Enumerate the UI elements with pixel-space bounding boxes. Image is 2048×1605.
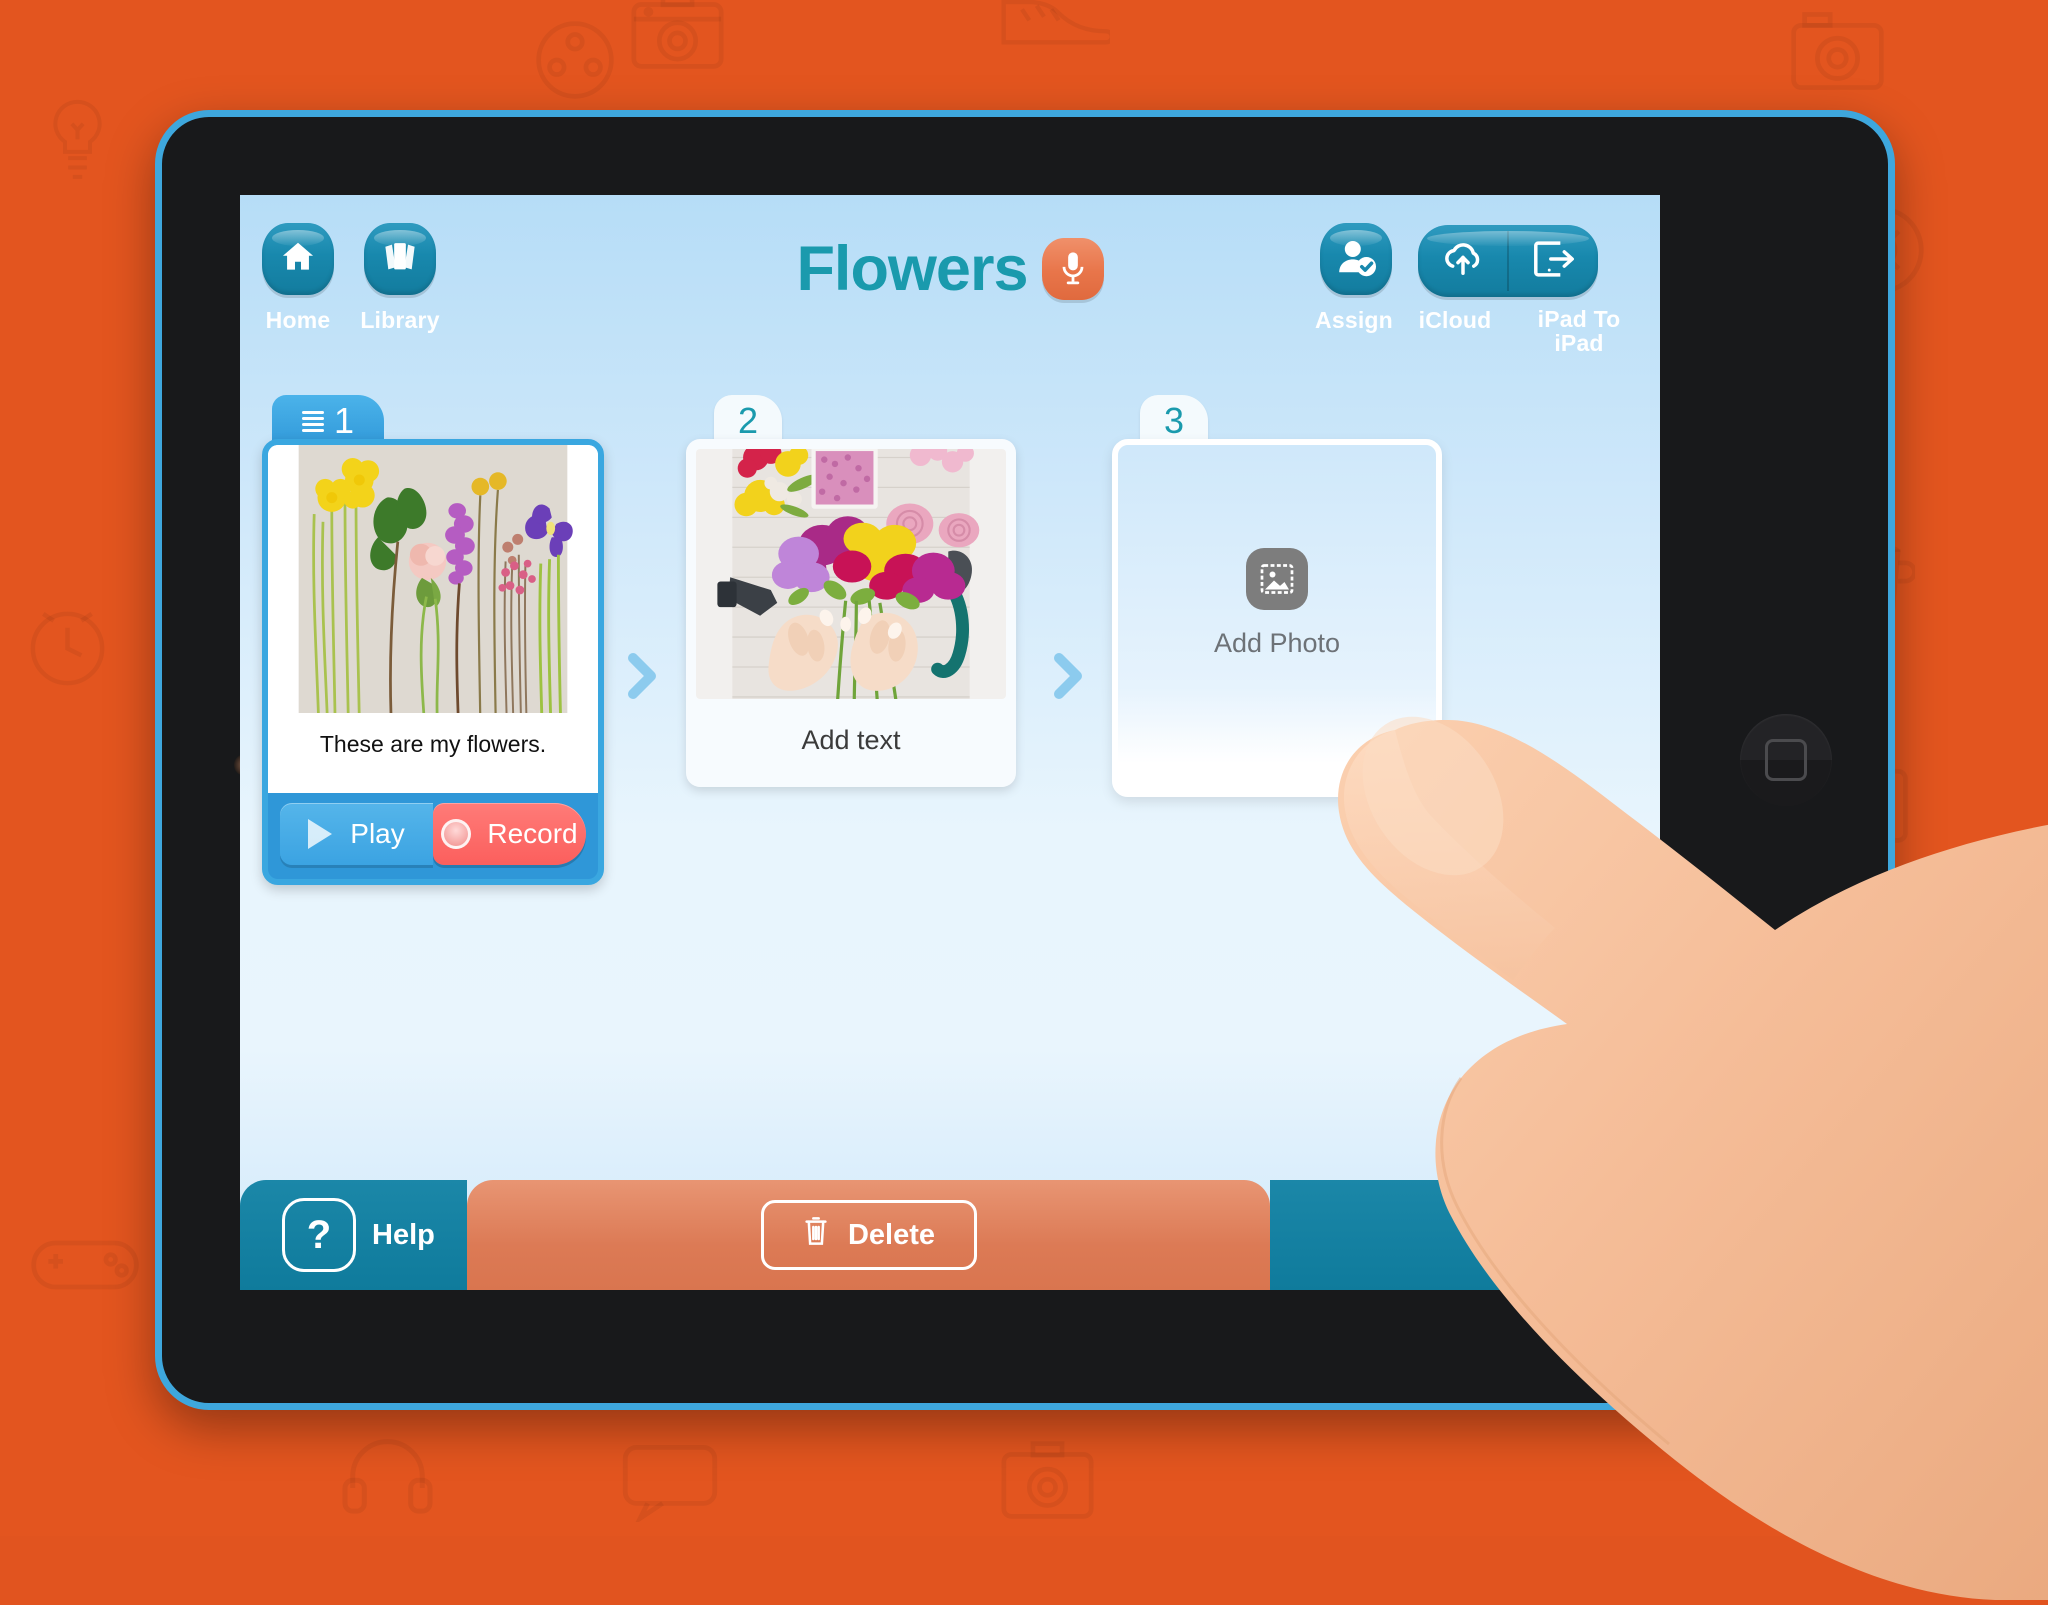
chat-icon: [620, 1440, 720, 1522]
library-label: Library: [360, 307, 440, 333]
icloud-label: iCloud: [1418, 307, 1492, 333]
bottom-toolbar: ? Help Delete: [240, 1180, 1660, 1290]
sync-button-group: [1418, 225, 1598, 297]
card-2-caption[interactable]: Add text: [696, 699, 1006, 787]
film-reel-icon: [535, 20, 615, 100]
card-1[interactable]: These are my flowers. Play Record: [262, 439, 604, 885]
sneaker-icon: [1000, 0, 1110, 54]
app-header: Home Library Flowers Assign iCloud iPad …: [240, 195, 1660, 370]
assign-button[interactable]: [1320, 223, 1392, 295]
record-title-button[interactable]: [1041, 238, 1104, 300]
toolbar-middle-segment: Delete: [467, 1180, 1270, 1290]
play-triangle-icon: [308, 819, 333, 849]
gamepad-icon: [30, 1230, 140, 1300]
page-title-text: Flowers: [796, 234, 1028, 304]
clock-icon: [25, 600, 110, 690]
photo-frame-icon: [1246, 547, 1308, 610]
delete-button[interactable]: Delete: [760, 1200, 977, 1270]
ipad-to-ipad-label: iPad To iPad: [1537, 306, 1621, 357]
card-3-add-photo[interactable]: Add Photo: [1112, 439, 1442, 797]
question-mark-icon: ?: [306, 1212, 332, 1257]
help-button[interactable]: ?: [282, 1198, 356, 1272]
home-button[interactable]: [1740, 714, 1832, 806]
toolbar-left-segment: ? Help: [240, 1180, 467, 1290]
story-cards-row: 1 These are my flowers. Play Record 2 Ad…: [240, 395, 1660, 995]
lightbulb-icon: [40, 95, 115, 190]
connector-arrow-2: [1049, 650, 1089, 702]
record-label: Record: [487, 818, 578, 849]
user-check-icon: [1335, 237, 1377, 282]
connector-arrow-1: [623, 650, 663, 702]
camera-retro-icon: [1790, 10, 1885, 92]
card-2-number: 2: [737, 400, 759, 441]
card-2-photo[interactable]: [696, 449, 1006, 699]
ipad-export-icon: [1531, 240, 1577, 283]
headphones-icon: [340, 1430, 435, 1515]
card-1-transport: Play Record: [268, 793, 598, 879]
play-label: Play: [350, 818, 405, 849]
trash-icon: [802, 1215, 830, 1255]
card-2[interactable]: Add text: [686, 439, 1016, 787]
list-lines-icon: [301, 410, 324, 432]
card-1-photo[interactable]: [268, 445, 598, 713]
card-1-caption[interactable]: These are my flowers.: [268, 713, 598, 793]
card-3-number: 3: [1163, 400, 1185, 441]
record-circle-icon: [441, 819, 472, 849]
camera-icon: [630, 0, 725, 70]
card-1-number: 1: [333, 400, 355, 441]
ipad-device: Home Library Flowers Assign iCloud iPad …: [155, 110, 1895, 1410]
play-button[interactable]: Play: [280, 803, 433, 865]
camera-icon: [1000, 1440, 1095, 1520]
app-screen: Home Library Flowers Assign iCloud iPad …: [240, 195, 1660, 1290]
delete-label: Delete: [847, 1218, 936, 1251]
help-label: Help: [372, 1218, 435, 1251]
sneaker-icon: [1700, 1430, 1815, 1492]
icloud-button[interactable]: [1418, 225, 1507, 297]
ipad-to-ipad-button[interactable]: [1509, 225, 1598, 297]
toolbar-right-segment: [1270, 1180, 1660, 1290]
add-photo-label: Add Photo: [1213, 627, 1341, 658]
cloud-upload-icon: [1439, 240, 1487, 283]
record-button[interactable]: Record: [433, 803, 586, 865]
